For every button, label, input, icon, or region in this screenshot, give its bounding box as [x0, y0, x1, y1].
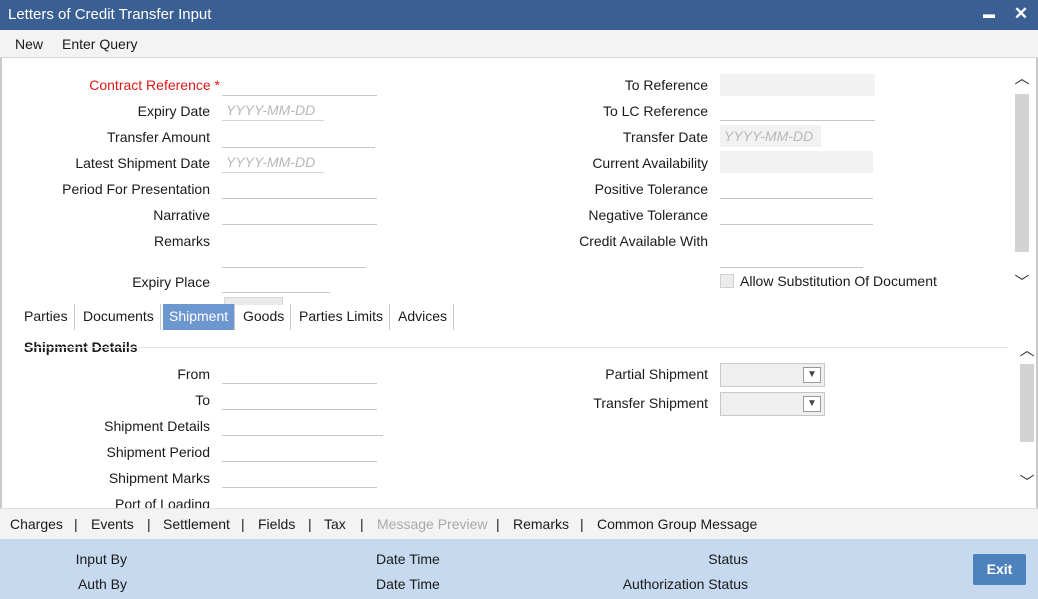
period-for-presentation-label: Period For Presentation: [62, 181, 210, 197]
message-preview-link: Message Preview: [377, 516, 488, 532]
shipment-marks-label: Shipment Marks: [108, 470, 210, 486]
port-of-loading-label: Port of Loading: [115, 496, 210, 508]
credit-available-with-input[interactable]: [720, 246, 863, 268]
expiry-date-input[interactable]: YYYY-MM-DD: [222, 99, 324, 121]
shipment-period-label: Shipment Period: [106, 444, 210, 460]
partial-shipment-select[interactable]: ▼: [720, 363, 825, 387]
new-button[interactable]: New: [15, 36, 43, 52]
header-scrollbar[interactable]: ︿ ﹀: [1014, 70, 1030, 294]
positive-tolerance-label: Positive Tolerance: [594, 181, 708, 197]
transfer-amount-label: Transfer Amount: [107, 129, 210, 145]
scroll-down-icon[interactable]: ﹀: [1019, 475, 1035, 490]
negative-tolerance-input[interactable]: [720, 203, 873, 225]
tab-scroll-thumb[interactable]: [1020, 364, 1034, 442]
transfer-shipment-label: Transfer Shipment: [593, 395, 708, 411]
scroll-up-icon[interactable]: ︿: [1014, 71, 1030, 86]
expiry-place-label: Expiry Place: [132, 274, 210, 290]
tab-documents[interactable]: Documents: [77, 304, 161, 330]
transfer-date-input[interactable]: YYYY-MM-DD: [720, 125, 821, 147]
chevron-down-icon[interactable]: ▼: [803, 396, 821, 412]
remarks-input[interactable]: [222, 246, 366, 268]
settlement-link[interactable]: Settlement: [163, 516, 230, 532]
separator: |: [308, 516, 312, 532]
contract-reference-label: Contract Reference *: [89, 77, 220, 93]
to-reference-input[interactable]: [720, 74, 875, 96]
left-frame-border: [0, 58, 2, 508]
credit-available-with-label: Credit Available With: [579, 233, 708, 249]
expiry-date-label: Expiry Date: [137, 103, 210, 119]
narrative-label: Narrative: [153, 207, 210, 223]
charges-link[interactable]: Charges: [10, 516, 63, 532]
from-input[interactable]: [222, 362, 377, 384]
remarks-label: Remarks: [153, 233, 210, 249]
separator: |: [241, 516, 245, 532]
header-scroll-thumb[interactable]: [1015, 94, 1029, 252]
latest-shipment-date-input[interactable]: YYYY-MM-DD: [222, 151, 324, 173]
close-icon[interactable]: ✕: [1010, 3, 1032, 25]
period-for-presentation-input[interactable]: [222, 177, 377, 199]
to-input[interactable]: [222, 388, 377, 410]
expiry-place-input[interactable]: [222, 271, 330, 293]
allow-substitution-label: Allow Substitution Of Document: [740, 273, 937, 289]
allow-substitution-checkbox[interactable]: [720, 274, 734, 288]
transfer-shipment-select[interactable]: ▼: [720, 392, 825, 416]
date-time-label: Date Time: [376, 576, 440, 592]
separator: |: [360, 516, 364, 532]
exit-button[interactable]: Exit: [973, 554, 1026, 585]
shipment-details-label: Shipment Details: [104, 418, 210, 434]
narrative-input[interactable]: [222, 203, 377, 225]
transfer-date-label: Transfer Date: [622, 129, 708, 145]
positive-tolerance-input[interactable]: [720, 177, 873, 199]
tab-shipment[interactable]: Shipment: [163, 304, 236, 330]
latest-shipment-date-label: Latest Shipment Date: [75, 155, 210, 171]
toolbar: New Enter Query: [0, 30, 1038, 58]
port-of-loading-clip: Port of Loading: [0, 494, 1014, 508]
audit-footer: [0, 539, 1038, 599]
title-bar: Letters of Credit Transfer Input ▬ ✕: [0, 0, 1038, 30]
shipment-marks-input[interactable]: [222, 466, 377, 488]
remarks-link[interactable]: Remarks: [513, 516, 569, 532]
minimize-icon[interactable]: ▬: [978, 3, 1000, 25]
tab-parties-limits[interactable]: Parties Limits: [293, 304, 391, 330]
tab-advices[interactable]: Advices: [392, 304, 455, 330]
input-by-label: Input By: [75, 551, 127, 567]
action-link-bar: Charges | Events | Settlement | Fields |…: [0, 508, 1038, 539]
current-availability-label: Current Availability: [592, 155, 708, 171]
events-link[interactable]: Events: [91, 516, 134, 532]
authorization-status-label: Authorization Status: [622, 576, 748, 592]
to-reference-label: To Reference: [624, 77, 708, 93]
separator: |: [496, 516, 500, 532]
scroll-down-icon[interactable]: ﹀: [1014, 275, 1030, 290]
shipment-details-input[interactable]: [222, 414, 383, 436]
negative-tolerance-label: Negative Tolerance: [588, 207, 708, 223]
tab-scrollbar[interactable]: ︿ ﹀: [1019, 336, 1035, 496]
date-time-label: Date Time: [376, 551, 440, 567]
status-label: Status: [708, 551, 748, 567]
separator: |: [580, 516, 584, 532]
separator: |: [147, 516, 151, 532]
fields-link[interactable]: Fields: [258, 516, 295, 532]
enter-query-button[interactable]: Enter Query: [62, 36, 137, 52]
tax-link[interactable]: Tax: [324, 516, 346, 532]
to-label: To: [195, 392, 210, 408]
tab-parties[interactable]: Parties: [18, 304, 75, 330]
chevron-down-icon[interactable]: ▼: [803, 367, 821, 383]
from-label: From: [177, 366, 210, 382]
tab-goods[interactable]: Goods: [237, 304, 292, 330]
separator: |: [74, 516, 78, 532]
partial-shipment-label: Partial Shipment: [605, 366, 708, 382]
scroll-up-icon[interactable]: ︿: [1019, 343, 1035, 358]
shipment-period-input[interactable]: [222, 440, 377, 462]
section-divider: [24, 347, 1008, 348]
common-group-message-link[interactable]: Common Group Message: [597, 516, 757, 532]
window-title: Letters of Credit Transfer Input: [8, 6, 212, 23]
transfer-amount-input[interactable]: [222, 126, 375, 148]
current-availability-input[interactable]: [720, 151, 873, 173]
to-lc-reference-label: To LC Reference: [602, 103, 708, 119]
auth-by-label: Auth By: [77, 576, 127, 592]
to-lc-reference-input[interactable]: [720, 99, 875, 121]
contract-reference-input[interactable]: [222, 74, 377, 96]
